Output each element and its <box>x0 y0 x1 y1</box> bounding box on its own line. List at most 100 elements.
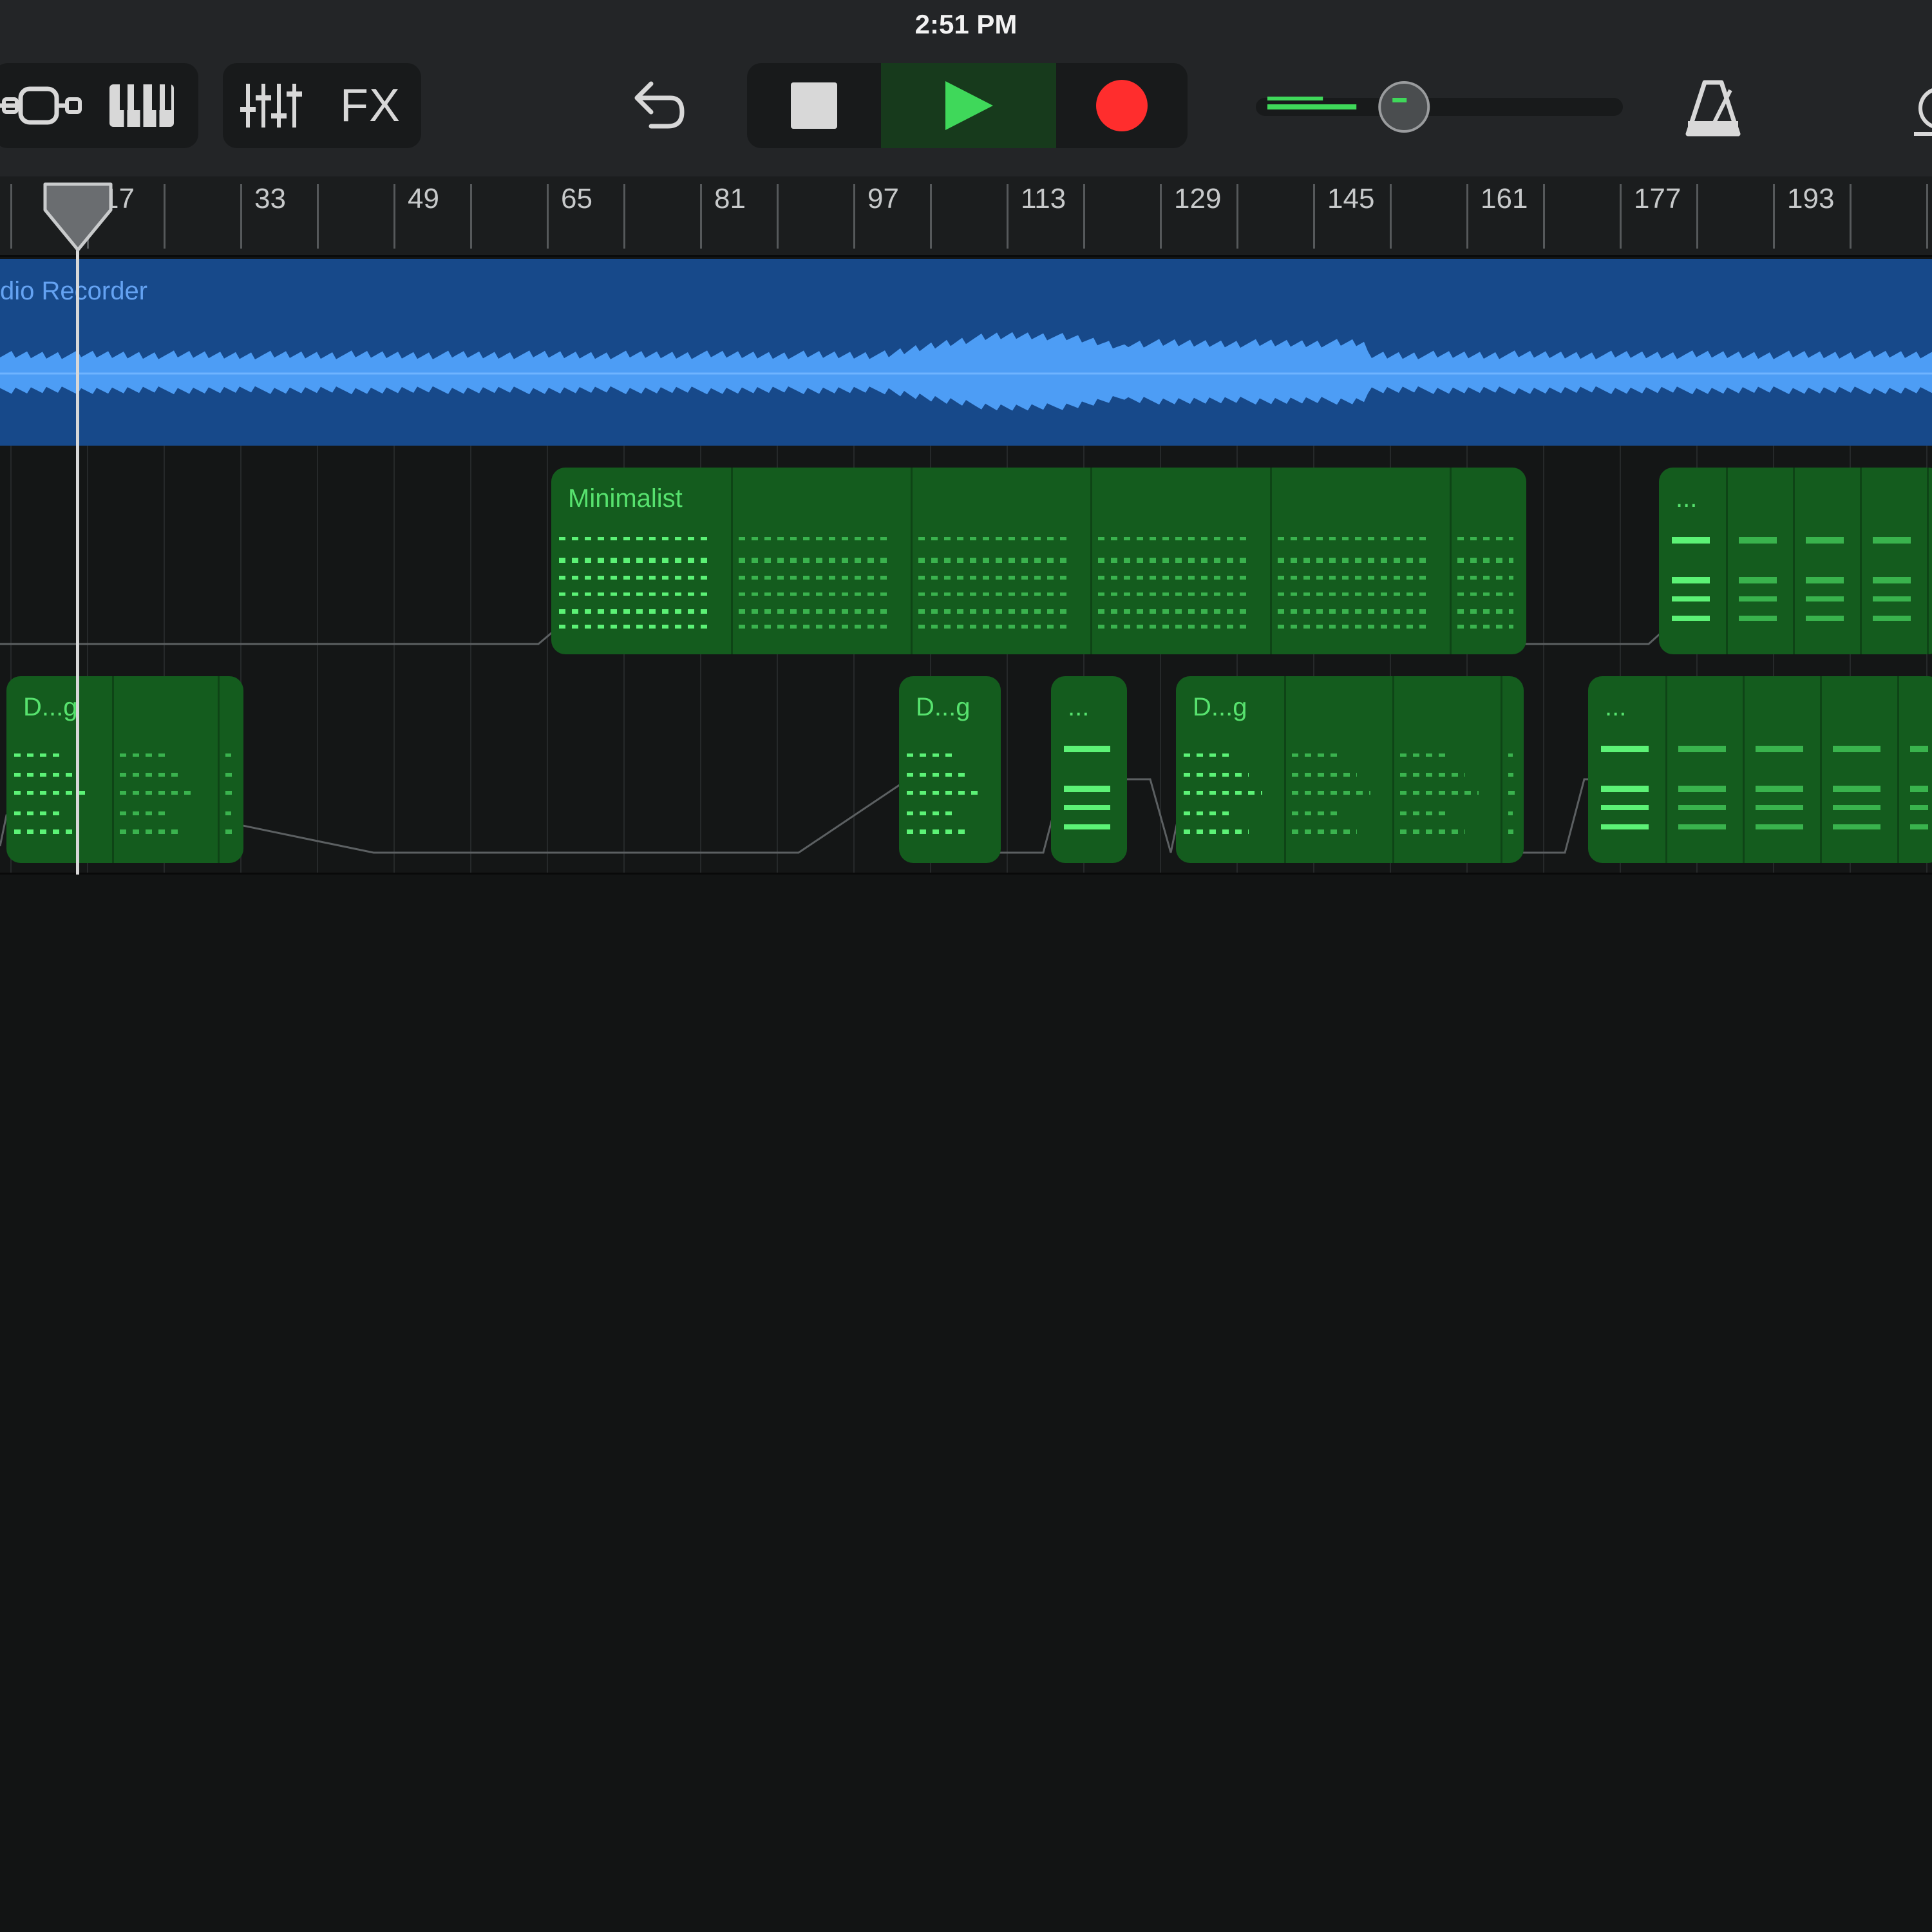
drummer-region[interactable]: D...g <box>1176 676 1524 863</box>
midi-note-row <box>14 829 77 834</box>
fx-button[interactable]: FX <box>319 63 421 148</box>
midi-note-row <box>1400 829 1465 834</box>
minimalist-region[interactable]: Minimalist <box>551 468 1526 654</box>
stop-button[interactable] <box>747 63 881 148</box>
grid-line <box>1543 446 1544 655</box>
midi-note-row <box>1756 805 1803 810</box>
grid-line <box>87 446 88 655</box>
midi-note-row <box>1278 558 1429 563</box>
ruler-tick <box>1773 184 1775 249</box>
midi-note-row <box>1739 577 1777 583</box>
midi-note-row <box>1910 746 1928 752</box>
region-loop-divider <box>1726 468 1728 654</box>
metronome-button[interactable] <box>1674 70 1752 147</box>
midi-note-row <box>14 791 91 795</box>
grid-line <box>470 446 471 655</box>
view-button-group <box>0 63 198 148</box>
piano-keyboard-icon <box>109 84 174 127</box>
ruler-tick <box>317 184 319 249</box>
midi-note-row <box>120 753 169 757</box>
midi-note-row <box>1833 805 1880 810</box>
waveform-shape <box>0 332 1932 411</box>
midi-region[interactable]: ... <box>1051 676 1127 863</box>
midi-note-row <box>1873 616 1911 621</box>
midi-note-row <box>1508 791 1515 795</box>
midi-note-row <box>918 537 1070 540</box>
bar-number: 145 <box>1327 183 1375 214</box>
midi-note-row <box>1678 786 1726 792</box>
midi-note-row <box>1739 596 1777 601</box>
ruler-tick <box>1160 184 1162 249</box>
record-button[interactable] <box>1056 63 1188 148</box>
midi-note-row <box>1739 616 1777 621</box>
midi-note-row <box>1739 537 1777 544</box>
region-loop-divider <box>1270 468 1272 654</box>
ruler-tick <box>700 184 702 249</box>
ruler-tick <box>10 184 12 249</box>
midi-note-row <box>1292 829 1357 834</box>
mixer-sliders-icon <box>240 84 302 128</box>
midi-note-row <box>1292 811 1343 815</box>
midi-note-row <box>1806 616 1844 621</box>
midi-note-row <box>1098 592 1249 596</box>
midi-note-row <box>1292 773 1357 777</box>
tracks-view-button[interactable] <box>0 63 90 148</box>
ruler-tick <box>393 184 395 249</box>
audio-recorder-track[interactable]: dio Recorder <box>0 259 1932 446</box>
midi-note-row <box>225 811 231 815</box>
grid-line <box>1620 446 1621 655</box>
master-volume-slider[interactable] <box>1256 79 1623 134</box>
midi-note-row <box>739 576 890 580</box>
ruler-tick <box>930 184 932 249</box>
midi-note-row <box>907 791 980 795</box>
midi-note-row <box>1678 824 1726 829</box>
playhead-handle[interactable] <box>43 182 113 252</box>
midi-region[interactable]: ... <box>1588 676 1932 863</box>
mixer-button[interactable] <box>223 63 319 148</box>
midi-note-row <box>1400 791 1479 795</box>
region-loop-divider <box>1501 676 1502 863</box>
bar-number: 65 <box>561 183 592 214</box>
keyboard-button[interactable] <box>90 63 193 148</box>
bar-number: 177 <box>1634 183 1681 214</box>
ruler-tick <box>164 184 166 249</box>
grid-line <box>1007 655 1008 873</box>
midi-note-row <box>1806 596 1844 601</box>
midi-note-row <box>1678 746 1726 752</box>
midi-note-row <box>1457 592 1514 596</box>
region-loop-divider <box>1897 676 1899 863</box>
ruler-tick <box>777 184 779 249</box>
fx-label: FX <box>339 80 401 131</box>
midi-note-row <box>225 829 233 834</box>
play-button[interactable] <box>881 63 1056 148</box>
midi-note-row <box>1833 824 1880 829</box>
ruler-tick <box>1543 184 1545 249</box>
timeline-ruler[interactable]: 17 33 49 65 81 97 113 129 145 161 177 193 <box>0 176 1932 257</box>
settings-button[interactable] <box>1910 79 1932 143</box>
undo-icon <box>634 81 685 129</box>
drummer-region[interactable]: D...g <box>899 676 1001 863</box>
region-loop-divider <box>112 676 114 863</box>
midi-note-row <box>1601 824 1649 829</box>
midi-note-row <box>1756 824 1803 829</box>
bar-number: 161 <box>1481 183 1528 214</box>
midi-region[interactable]: ... <box>1659 468 1932 654</box>
status-bar: 2:51 PM <box>0 0 1932 53</box>
midi-note-row <box>918 592 1070 596</box>
midi-note-row <box>1806 577 1844 583</box>
undo-button[interactable] <box>618 63 696 148</box>
midi-note-row <box>120 829 183 834</box>
bar-number: 49 <box>408 183 439 214</box>
ruler-tick <box>623 184 625 249</box>
region-loop-divider <box>1860 468 1862 654</box>
midi-note-row <box>559 576 710 580</box>
midi-note-row <box>1756 746 1803 752</box>
midi-note-row <box>739 609 890 614</box>
midi-note-row <box>739 537 890 540</box>
drummer-region[interactable]: D...g <box>6 676 243 863</box>
midi-note-row <box>1806 537 1844 544</box>
midi-note-row <box>1184 829 1249 834</box>
midi-note-row <box>14 753 64 757</box>
midi-note-row <box>1508 753 1513 757</box>
grid-line <box>470 655 471 873</box>
